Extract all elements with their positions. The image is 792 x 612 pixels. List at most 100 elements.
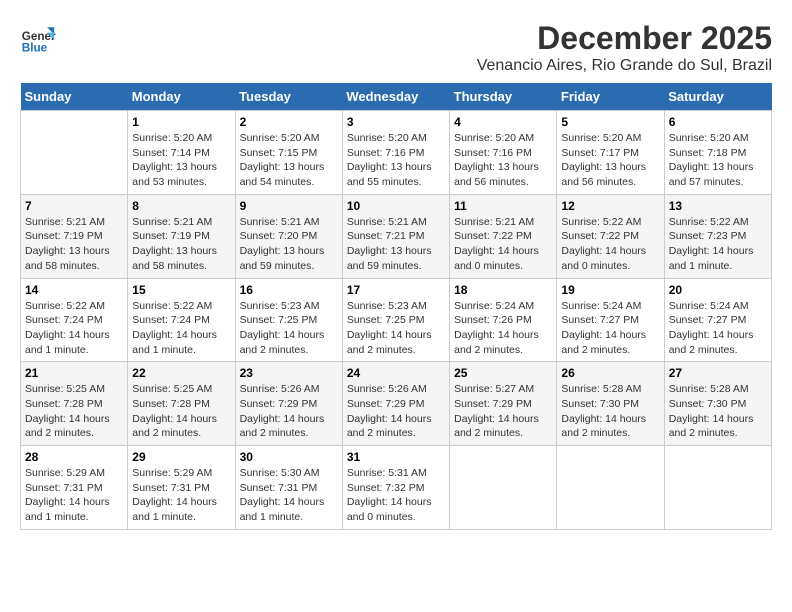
day-number: 4: [454, 115, 552, 129]
day-info: Sunrise: 5:26 AM Sunset: 7:29 PM Dayligh…: [240, 382, 338, 441]
calendar-cell: 2Sunrise: 5:20 AM Sunset: 7:15 PM Daylig…: [235, 111, 342, 195]
day-info: Sunrise: 5:28 AM Sunset: 7:30 PM Dayligh…: [561, 382, 659, 441]
day-number: 1: [132, 115, 230, 129]
day-info: Sunrise: 5:22 AM Sunset: 7:23 PM Dayligh…: [669, 215, 767, 274]
day-info: Sunrise: 5:20 AM Sunset: 7:18 PM Dayligh…: [669, 131, 767, 190]
page-header: General Blue December 2025 Venancio Aire…: [20, 20, 772, 75]
title-block: December 2025 Venancio Aires, Rio Grande…: [477, 20, 772, 75]
day-number: 20: [669, 283, 767, 297]
day-number: 11: [454, 199, 552, 213]
day-info: Sunrise: 5:20 AM Sunset: 7:17 PM Dayligh…: [561, 131, 659, 190]
day-number: 6: [669, 115, 767, 129]
day-info: Sunrise: 5:24 AM Sunset: 7:27 PM Dayligh…: [561, 299, 659, 358]
calendar-cell: 29 Sunrise: 5:29 AM Sunset: 7:31 PM Dayli…: [128, 446, 235, 530]
day-number: 30: [240, 450, 338, 464]
week-row-5: 28 Sunrise: 5:29 AM Sunset: 7:31 PM Dayli…: [21, 446, 772, 530]
calendar-cell: 20 Sunrise: 5:24 AM Sunset: 7:27 PM Dayli…: [664, 278, 771, 362]
day-info: Sunrise: 5:25 AM Sunset: 7:28 PM Dayligh…: [25, 382, 123, 441]
day-number: 23: [240, 366, 338, 380]
day-info: Sunrise: 5:26 AM Sunset: 7:29 PM Dayligh…: [347, 382, 445, 441]
day-info: Sunrise: 5:30 AM Sunset: 7:31 PM Dayligh…: [240, 466, 338, 525]
calendar-cell: 31 Sunrise: 5:31 AM Sunset: 7:32 PM Dayli…: [342, 446, 449, 530]
week-row-1: 1 Sunrise: 5:20 AM Sunset: 7:14 PM Daylig…: [21, 111, 772, 195]
day-number: 16: [240, 283, 338, 297]
day-info: Sunrise: 5:25 AM Sunset: 7:28 PM Dayligh…: [132, 382, 230, 441]
day-info: Sunrise: 5:20 AM Sunset: 7:16 PM Dayligh…: [454, 131, 552, 190]
day-info: Sunrise: 5:20 AM Sunset: 7:16 PM Dayligh…: [347, 131, 445, 190]
calendar-cell: 19 Sunrise: 5:24 AM Sunset: 7:27 PM Dayli…: [557, 278, 664, 362]
day-number: 8: [132, 199, 230, 213]
day-info: Sunrise: 5:29 AM Sunset: 7:31 PM Dayligh…: [132, 466, 230, 525]
weekday-header-tuesday: Tuesday: [235, 83, 342, 111]
calendar-cell: 1 Sunrise: 5:20 AM Sunset: 7:14 PM Daylig…: [128, 111, 235, 195]
calendar-cell: 21 Sunrise: 5:25 AM Sunset: 7:28 PM Dayli…: [21, 362, 128, 446]
day-number: 10: [347, 199, 445, 213]
calendar-cell: 8 Sunrise: 5:21 AM Sunset: 7:19 PM Daylig…: [128, 194, 235, 278]
calendar-cell: 17 Sunrise: 5:23 AM Sunset: 7:25 PM Dayli…: [342, 278, 449, 362]
calendar-cell: [664, 446, 771, 530]
day-number: 22: [132, 366, 230, 380]
calendar-cell: 9 Sunrise: 5:21 AM Sunset: 7:20 PM Daylig…: [235, 194, 342, 278]
day-info: Sunrise: 5:22 AM Sunset: 7:24 PM Dayligh…: [25, 299, 123, 358]
calendar-cell: 6 Sunrise: 5:20 AM Sunset: 7:18 PM Daylig…: [664, 111, 771, 195]
day-number: 2: [240, 115, 338, 129]
calendar-cell: 18Sunrise: 5:24 AM Sunset: 7:26 PM Dayli…: [450, 278, 557, 362]
day-info: Sunrise: 5:21 AM Sunset: 7:20 PM Dayligh…: [240, 215, 338, 274]
weekday-header-thursday: Thursday: [450, 83, 557, 111]
month-title: December 2025: [477, 20, 772, 57]
day-number: 25: [454, 366, 552, 380]
weekday-header-friday: Friday: [557, 83, 664, 111]
week-row-4: 21 Sunrise: 5:25 AM Sunset: 7:28 PM Dayli…: [21, 362, 772, 446]
day-number: 17: [347, 283, 445, 297]
day-info: Sunrise: 5:20 AM Sunset: 7:14 PM Dayligh…: [132, 131, 230, 190]
day-info: Sunrise: 5:28 AM Sunset: 7:30 PM Dayligh…: [669, 382, 767, 441]
calendar-cell: [557, 446, 664, 530]
day-number: 15: [132, 283, 230, 297]
calendar-cell: 30 Sunrise: 5:30 AM Sunset: 7:31 PM Dayli…: [235, 446, 342, 530]
day-number: 21: [25, 366, 123, 380]
week-row-2: 7 Sunrise: 5:21 AM Sunset: 7:19 PM Daylig…: [21, 194, 772, 278]
svg-text:Blue: Blue: [22, 42, 48, 55]
logo-icon: General Blue: [20, 20, 56, 56]
calendar-cell: 25Sunrise: 5:27 AM Sunset: 7:29 PM Dayli…: [450, 362, 557, 446]
day-info: Sunrise: 5:23 AM Sunset: 7:25 PM Dayligh…: [347, 299, 445, 358]
day-info: Sunrise: 5:21 AM Sunset: 7:19 PM Dayligh…: [25, 215, 123, 274]
calendar-cell: 7 Sunrise: 5:21 AM Sunset: 7:19 PM Daylig…: [21, 194, 128, 278]
calendar-cell: 22 Sunrise: 5:25 AM Sunset: 7:28 PM Dayli…: [128, 362, 235, 446]
weekday-header-row: SundayMondayTuesdayWednesdayThursdayFrid…: [21, 83, 772, 111]
day-number: 9: [240, 199, 338, 213]
day-info: Sunrise: 5:23 AM Sunset: 7:25 PM Dayligh…: [240, 299, 338, 358]
day-number: 29: [132, 450, 230, 464]
calendar-cell: 5 Sunrise: 5:20 AM Sunset: 7:17 PM Daylig…: [557, 111, 664, 195]
calendar-cell: 26 Sunrise: 5:28 AM Sunset: 7:30 PM Dayli…: [557, 362, 664, 446]
calendar-cell: 27Sunrise: 5:28 AM Sunset: 7:30 PM Dayli…: [664, 362, 771, 446]
location: Venancio Aires, Rio Grande do Sul, Brazi…: [477, 57, 772, 75]
day-number: 14: [25, 283, 123, 297]
day-number: 12: [561, 199, 659, 213]
calendar-cell: 3 Sunrise: 5:20 AM Sunset: 7:16 PM Daylig…: [342, 111, 449, 195]
calendar-table: SundayMondayTuesdayWednesdayThursdayFrid…: [20, 83, 772, 530]
day-number: 19: [561, 283, 659, 297]
day-number: 7: [25, 199, 123, 213]
day-info: Sunrise: 5:24 AM Sunset: 7:27 PM Dayligh…: [669, 299, 767, 358]
day-number: 28: [25, 450, 123, 464]
day-number: 31: [347, 450, 445, 464]
day-info: Sunrise: 5:21 AM Sunset: 7:19 PM Dayligh…: [132, 215, 230, 274]
calendar-cell: [450, 446, 557, 530]
day-number: 26: [561, 366, 659, 380]
calendar-cell: 10Sunrise: 5:21 AM Sunset: 7:21 PM Dayli…: [342, 194, 449, 278]
logo: General Blue: [20, 20, 60, 56]
weekday-header-sunday: Sunday: [21, 83, 128, 111]
calendar-cell: [21, 111, 128, 195]
day-number: 13: [669, 199, 767, 213]
day-info: Sunrise: 5:22 AM Sunset: 7:22 PM Dayligh…: [561, 215, 659, 274]
day-info: Sunrise: 5:31 AM Sunset: 7:32 PM Dayligh…: [347, 466, 445, 525]
day-info: Sunrise: 5:29 AM Sunset: 7:31 PM Dayligh…: [25, 466, 123, 525]
calendar-cell: 12 Sunrise: 5:22 AM Sunset: 7:22 PM Dayli…: [557, 194, 664, 278]
calendar-cell: 15Sunrise: 5:22 AM Sunset: 7:24 PM Dayli…: [128, 278, 235, 362]
calendar-cell: 4 Sunrise: 5:20 AM Sunset: 7:16 PM Daylig…: [450, 111, 557, 195]
day-number: 5: [561, 115, 659, 129]
day-info: Sunrise: 5:24 AM Sunset: 7:26 PM Dayligh…: [454, 299, 552, 358]
calendar-cell: 24Sunrise: 5:26 AM Sunset: 7:29 PM Dayli…: [342, 362, 449, 446]
day-number: 3: [347, 115, 445, 129]
